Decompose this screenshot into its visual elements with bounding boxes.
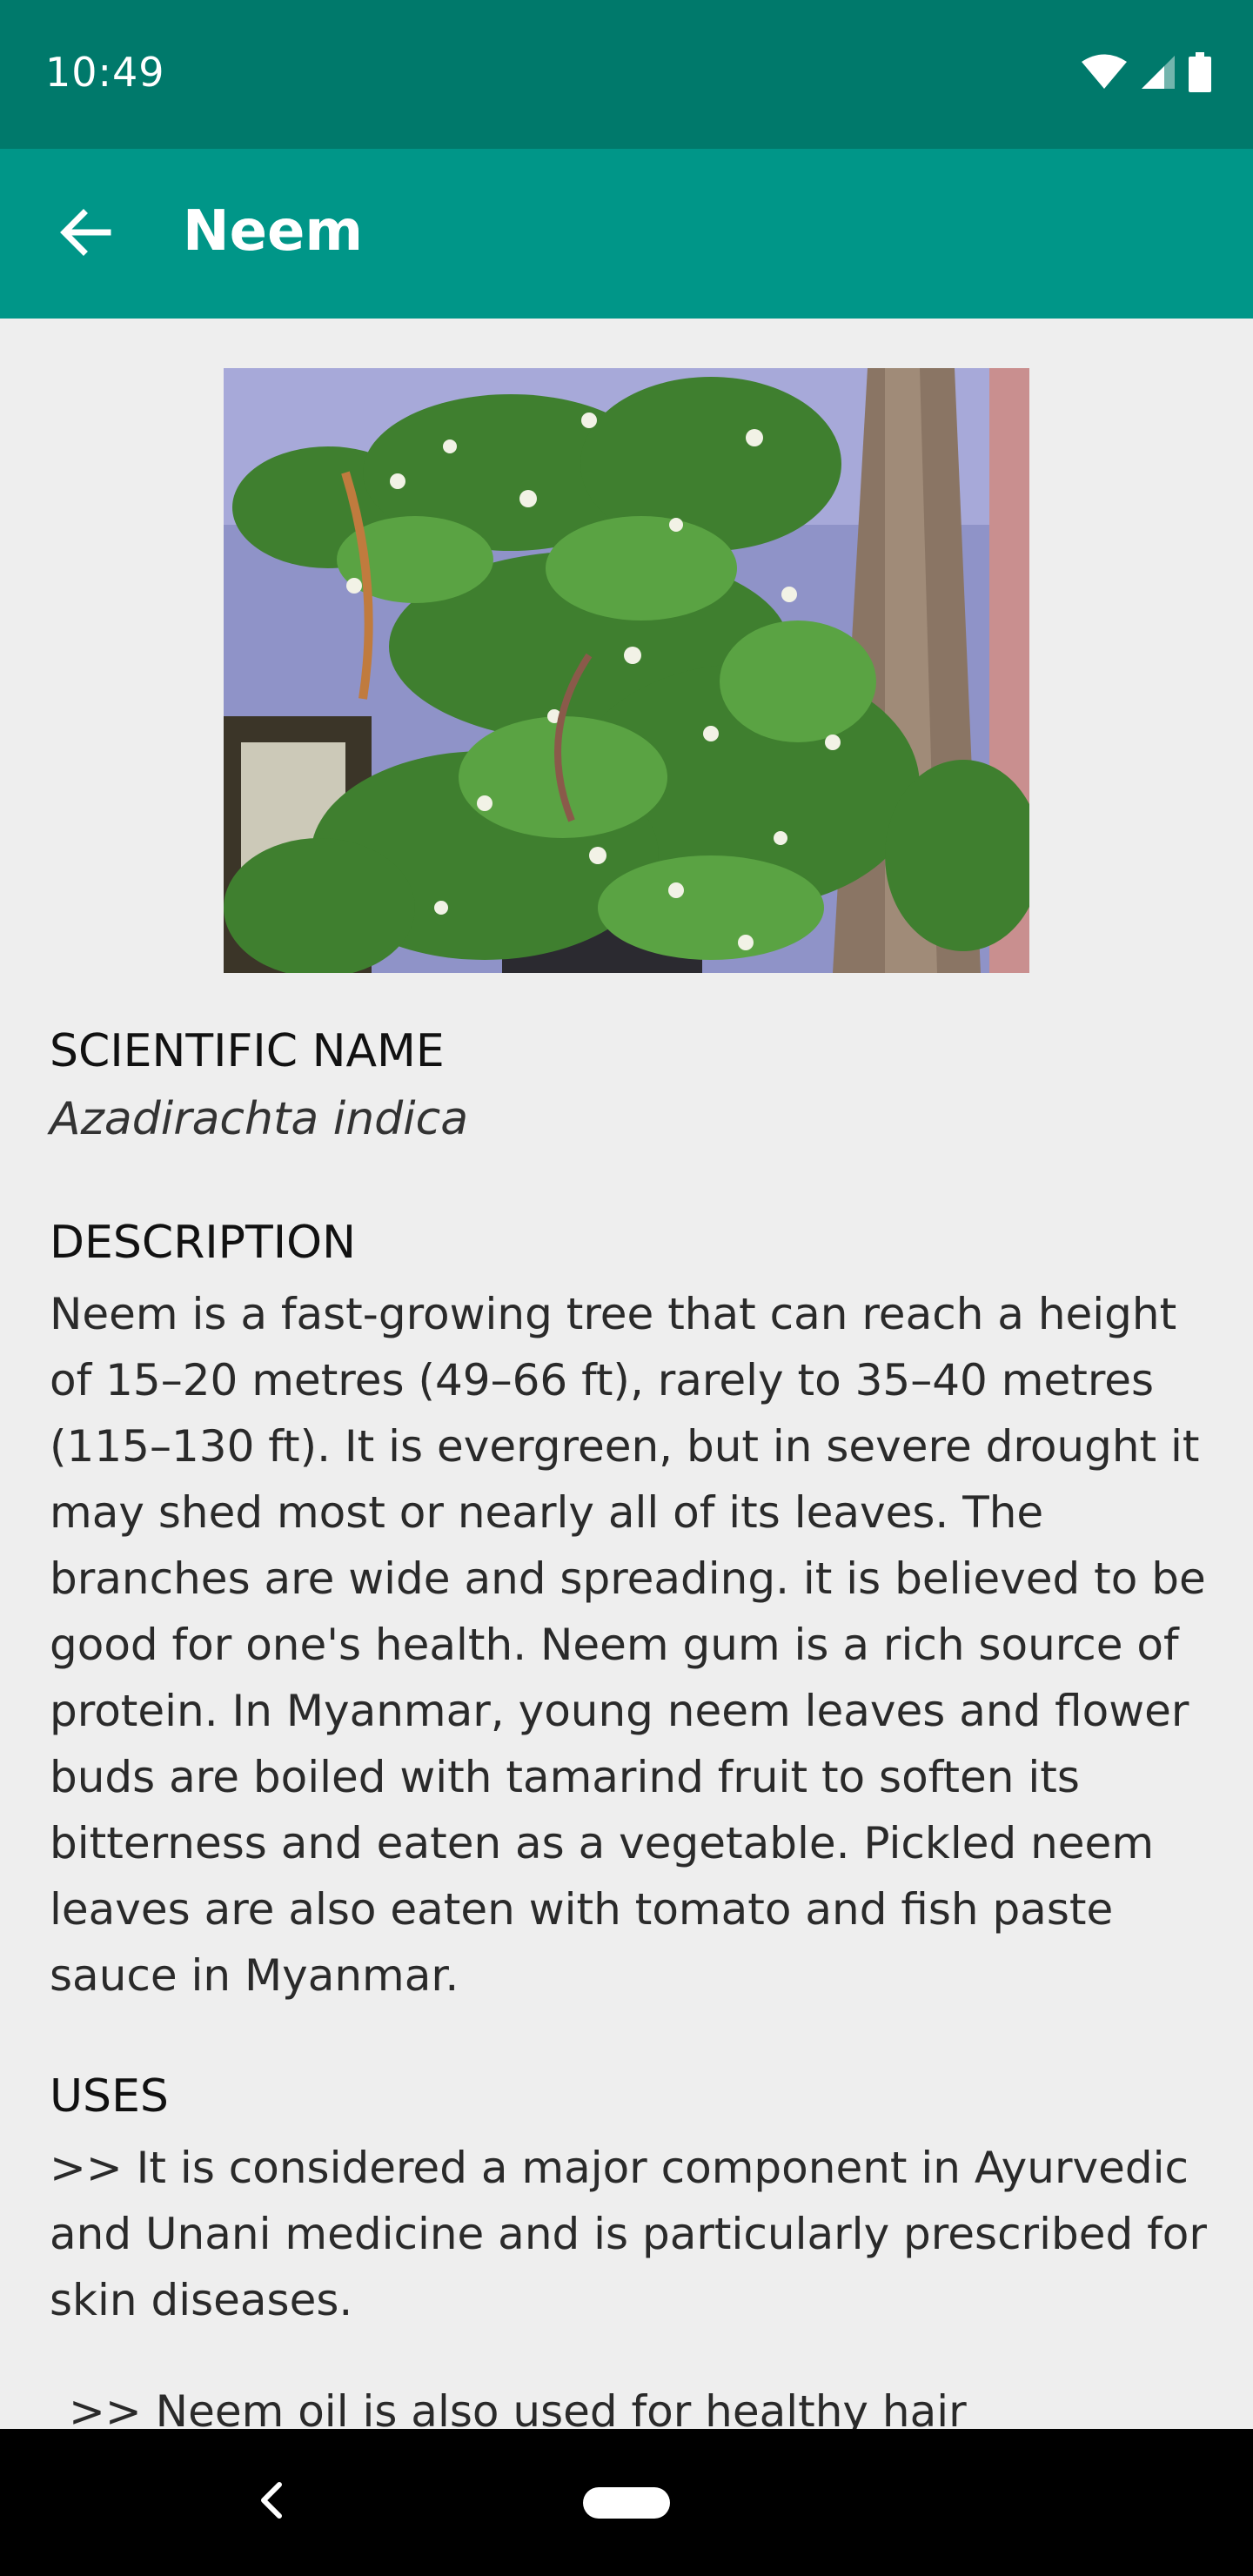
scientific-name-heading: SCIENTIFIC NAME bbox=[50, 1025, 445, 1077]
uses-section: USES >> It is considered a major compone… bbox=[50, 2070, 1207, 2429]
signal-icon bbox=[1140, 54, 1176, 94]
scientific-name-section: SCIENTIFIC NAME Azadirachta indica bbox=[50, 1025, 1207, 1145]
home-pill-icon[interactable] bbox=[583, 2487, 670, 2519]
nav-back-icon bbox=[258, 2481, 285, 2523]
arrow-back-icon bbox=[57, 206, 113, 262]
scientific-name-value: Azadirachta indica bbox=[50, 1093, 469, 1145]
status-bar: 10:49 bbox=[0, 0, 1253, 149]
status-time: 10:49 bbox=[45, 49, 165, 96]
nav-back-button[interactable] bbox=[244, 2469, 299, 2535]
description-text: Neem is a fast-growing tree that can rea… bbox=[50, 1289, 1206, 2001]
back-button[interactable] bbox=[44, 192, 127, 276]
uses-item: >> It is considered a major component in… bbox=[50, 2143, 1207, 2325]
description-section: DESCRIPTION Neem is a fast-growing tree … bbox=[50, 1217, 1207, 2009]
wifi-icon bbox=[1081, 54, 1128, 94]
plant-image bbox=[224, 368, 1029, 973]
uses-item: >> Neem oil is also used for healthy hai… bbox=[69, 2386, 967, 2429]
battery-icon bbox=[1189, 52, 1211, 96]
plant-detail-content[interactable]: SCIENTIFIC NAME Azadirachta indica DESCR… bbox=[0, 319, 1253, 2429]
uses-heading: USES bbox=[50, 2070, 169, 2123]
status-icons bbox=[1081, 52, 1211, 96]
system-nav-bar bbox=[0, 2429, 1253, 2576]
page-title: Neem bbox=[183, 199, 364, 264]
app-bar: Neem bbox=[0, 149, 1253, 319]
description-heading: DESCRIPTION bbox=[50, 1217, 356, 1269]
